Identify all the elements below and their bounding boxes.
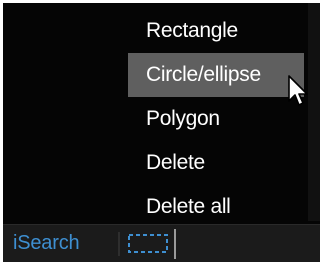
shape-context-menu: Rectangle Circle/ellipse Polygon Delete … xyxy=(128,9,304,229)
menu-item-circle-ellipse[interactable]: Circle/ellipse xyxy=(128,53,304,97)
dashed-rectangle-selection-icon[interactable] xyxy=(127,233,171,255)
text-caret-divider xyxy=(174,229,176,259)
screenshot-frame: Rectangle Circle/ellipse Polygon Delete … xyxy=(0,0,325,267)
menu-item-rectangle[interactable]: Rectangle xyxy=(128,9,304,53)
image-viewport[interactable]: Rectangle Circle/ellipse Polygon Delete … xyxy=(3,3,320,262)
menu-item-delete[interactable]: Delete xyxy=(128,141,304,185)
viewport-edge xyxy=(308,3,320,221)
status-bar: iSearch xyxy=(3,224,320,262)
menu-item-delete-all[interactable]: Delete all xyxy=(128,185,304,229)
status-divider xyxy=(118,232,120,256)
isearch-label[interactable]: iSearch xyxy=(13,232,80,255)
menu-item-polygon[interactable]: Polygon xyxy=(128,97,304,141)
